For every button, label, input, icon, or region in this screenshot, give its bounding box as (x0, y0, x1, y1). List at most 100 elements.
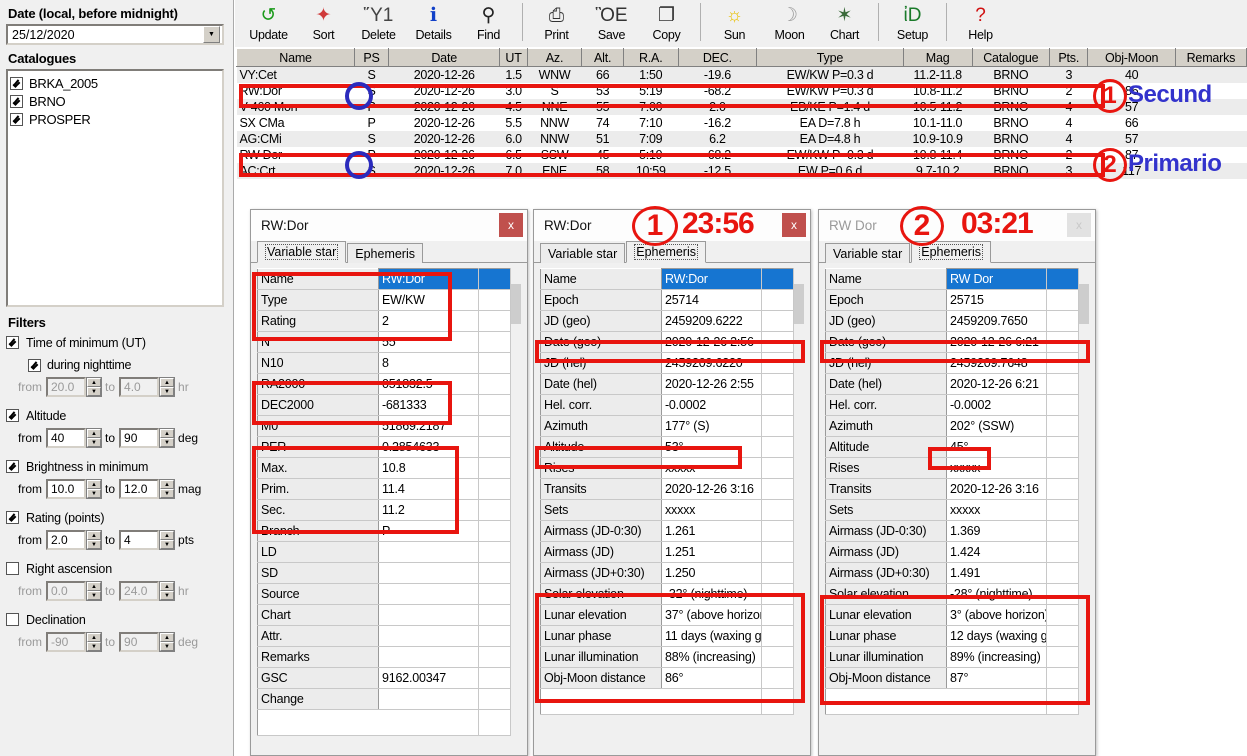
close-icon[interactable]: x (499, 213, 523, 237)
dialog-window[interactable]: RW DorxVariable starEphemeris NameRW DorE… (818, 209, 1096, 756)
filter-checkbox[interactable] (6, 613, 19, 626)
property-row[interactable]: JD (hel)2459209.7648 (826, 353, 1089, 374)
table-column-header[interactable]: Name (237, 49, 355, 67)
property-row[interactable]: Date (geo)2020-12-26 2:56 (541, 332, 804, 353)
property-row[interactable]: Change (258, 689, 521, 710)
from-stepper[interactable]: 10.0▲▼ (46, 479, 102, 499)
table-row[interactable]: SX CMaP2020-12-265.5NNW747:10-16.2EA D=7… (237, 115, 1247, 131)
dialog-tabs[interactable]: Variable starEphemeris (251, 241, 527, 263)
toolbar-button-moon[interactable]: ☽Moon (762, 0, 817, 45)
from-spin-buttons[interactable]: ▲▼ (86, 428, 102, 448)
filter-toggle-row[interactable]: Declination (6, 610, 227, 629)
toolbar-button-setup[interactable]: ἰDSetup (885, 0, 940, 45)
table-column-header[interactable]: Mag (903, 49, 972, 67)
spin-up-icon[interactable]: ▲ (87, 429, 101, 438)
filter-toggle-row[interactable]: Rating (points) (6, 508, 227, 527)
from-spin-buttons[interactable]: ▲▼ (86, 581, 102, 601)
spin-down-icon[interactable]: ▼ (160, 387, 174, 396)
to-stepper[interactable]: 4.0▲▼ (119, 377, 175, 397)
toolbar-button-copy[interactable]: ❐Copy (639, 0, 694, 45)
spin-up-icon[interactable]: ▲ (160, 531, 174, 540)
table-column-header[interactable]: Alt. (582, 49, 624, 67)
property-row[interactable]: Sec.11.2 (258, 500, 521, 521)
to-spin-buttons[interactable]: ▲▼ (159, 632, 175, 652)
dialog-tabs[interactable]: Variable starEphemeris (819, 241, 1095, 263)
property-row[interactable]: LD (258, 542, 521, 563)
spin-up-icon[interactable]: ▲ (87, 633, 101, 642)
to-stepper[interactable]: 90▲▼ (119, 428, 175, 448)
table-column-header[interactable]: UT (500, 49, 527, 67)
from-input[interactable]: 0.0 (46, 581, 86, 601)
to-spin-buttons[interactable]: ▲▼ (159, 377, 175, 397)
property-row[interactable]: Attr. (258, 626, 521, 647)
property-row[interactable]: PER0.2854633 (258, 437, 521, 458)
scrollbar-thumb[interactable] (1079, 284, 1089, 324)
property-row[interactable]: Airmass (JD+0:30)1.491 (826, 563, 1089, 584)
spin-up-icon[interactable]: ▲ (87, 480, 101, 489)
property-row[interactable]: NameRW:Dor (541, 269, 804, 290)
spin-down-icon[interactable]: ▼ (160, 591, 174, 600)
property-row[interactable]: Rating2 (258, 311, 521, 332)
toolbar-button-print[interactable]: ⎙Print (529, 0, 584, 45)
to-input[interactable]: 12.0 (119, 479, 159, 499)
spin-down-icon[interactable]: ▼ (87, 438, 101, 447)
spin-up-icon[interactable]: ▲ (87, 582, 101, 591)
property-row[interactable]: Airmass (JD-0:30)1.261 (541, 521, 804, 542)
property-row[interactable]: Solar elevation-32° (nighttime) (541, 584, 804, 605)
filter-checkbox[interactable] (6, 562, 19, 575)
toolbar-button-details[interactable]: ℹDetails (406, 0, 461, 45)
property-row[interactable]: Obj-Moon distance86° (541, 668, 804, 689)
to-input[interactable]: 4.0 (119, 377, 159, 397)
property-row[interactable]: Epoch25714 (541, 290, 804, 311)
property-row[interactable]: Airmass (JD+0:30)1.250 (541, 563, 804, 584)
property-row[interactable]: Lunar phase11 days (waxing gibbous) (541, 626, 804, 647)
property-row[interactable]: Altitude53° (541, 437, 804, 458)
property-row[interactable]: Remarks (258, 647, 521, 668)
spin-up-icon[interactable]: ▲ (87, 378, 101, 387)
dialog-tabs[interactable]: Variable starEphemeris (534, 241, 810, 263)
from-input[interactable]: 40 (46, 428, 86, 448)
to-input[interactable]: 90 (119, 428, 159, 448)
from-input[interactable]: 2.0 (46, 530, 86, 550)
toolbar-button-chart[interactable]: ✶Chart (817, 0, 872, 45)
property-row[interactable]: N55 (258, 332, 521, 353)
filter-checkbox[interactable] (6, 336, 19, 349)
from-stepper[interactable]: 2.0▲▼ (46, 530, 102, 550)
property-row[interactable]: NameRW:Dor (258, 269, 521, 290)
property-row[interactable]: Risesxxxxx (541, 458, 804, 479)
to-spin-buttons[interactable]: ▲▼ (159, 530, 175, 550)
table-column-header[interactable]: Obj-Moon (1088, 49, 1175, 67)
property-row[interactable]: Date (hel)2020-12-26 6:21 (826, 374, 1089, 395)
property-row[interactable]: Altitude45° (826, 437, 1089, 458)
from-spin-buttons[interactable]: ▲▼ (86, 632, 102, 652)
scrollbar-thumb[interactable] (794, 284, 804, 324)
chevron-down-icon[interactable]: ▼ (203, 26, 220, 43)
spin-up-icon[interactable]: ▲ (160, 378, 174, 387)
from-stepper[interactable]: -90▲▼ (46, 632, 102, 652)
property-row[interactable]: Hel. corr.-0.0002 (826, 395, 1089, 416)
dialog-scroll-area[interactable]: NameRW DorEpoch25715JD (geo)2459209.7650… (825, 268, 1089, 715)
table-column-header[interactable]: Pts. (1050, 49, 1088, 67)
property-row[interactable]: M051869.2187 (258, 416, 521, 437)
spin-down-icon[interactable]: ▼ (160, 438, 174, 447)
table-column-header[interactable]: Az. (527, 49, 582, 67)
spin-down-icon[interactable]: ▼ (160, 489, 174, 498)
filter-checkbox[interactable] (6, 511, 19, 524)
property-row[interactable]: JD (hel)2459209.6220 (541, 353, 804, 374)
toolbar-button-save[interactable]: ὋESave (584, 0, 639, 45)
dialog-titlebar[interactable]: RW:Dorx (251, 210, 527, 241)
property-row[interactable]: Airmass (JD)1.251 (541, 542, 804, 563)
property-row[interactable]: JD (geo)2459209.6222 (541, 311, 804, 332)
from-stepper[interactable]: 40▲▼ (46, 428, 102, 448)
vertical-scrollbar[interactable] (510, 268, 521, 736)
property-row[interactable]: Azimuth202° (SSW) (826, 416, 1089, 437)
property-row[interactable]: Lunar illumination89% (increasing) (826, 647, 1089, 668)
filter-toggle-row[interactable]: Brightness in minimum (6, 457, 227, 476)
to-spin-buttons[interactable]: ▲▼ (159, 581, 175, 601)
filter-checkbox[interactable] (6, 460, 19, 473)
table-header-row[interactable]: NamePSDateUTAz.Alt.R.A.DEC.TypeMagCatalo… (237, 49, 1247, 67)
spin-up-icon[interactable]: ▲ (160, 480, 174, 489)
nighttime-checkbox[interactable] (28, 359, 41, 372)
spin-up-icon[interactable]: ▲ (160, 429, 174, 438)
dialog-titlebar[interactable]: RW Dorx (819, 210, 1095, 241)
